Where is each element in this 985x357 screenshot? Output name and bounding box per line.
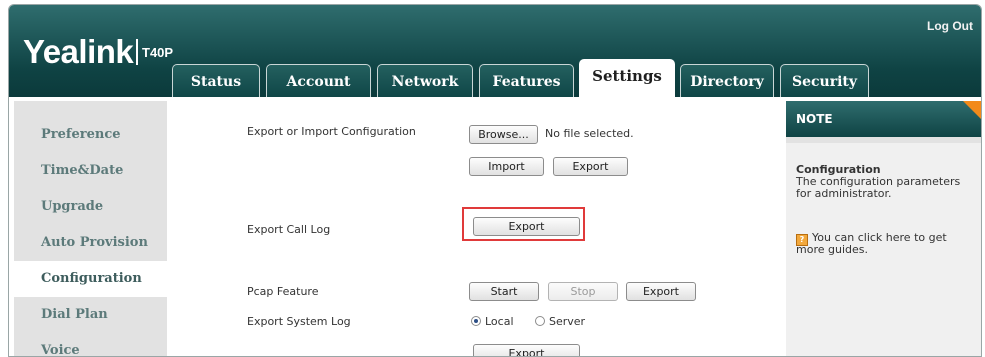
- note-corner-accent: [963, 101, 981, 119]
- note-body: Configuration The configuration paramete…: [786, 143, 981, 356]
- local-radio[interactable]: [471, 316, 481, 326]
- model-label: T40P: [142, 45, 174, 60]
- sidebar-item-auto-provision[interactable]: Auto Provision: [14, 225, 167, 261]
- export-system-log-label: Export System Log: [247, 315, 351, 328]
- sidebar-item-upgrade[interactable]: Upgrade: [14, 189, 167, 225]
- brand-logo: Yealink: [23, 33, 134, 70]
- pcap-export-button[interactable]: Export: [626, 282, 696, 301]
- note-header: NOTE: [786, 101, 981, 137]
- sidebar-item-preference[interactable]: Preference: [14, 117, 167, 153]
- configuration-panel: Export or Import Configuration Browse...…: [167, 101, 779, 356]
- sidebar-item-configuration[interactable]: Configuration: [14, 261, 167, 297]
- file-status-text: No file selected.: [545, 127, 634, 140]
- export-system-log-button[interactable]: Export: [473, 344, 580, 356]
- sidebar-item-time-date[interactable]: Time&Date: [14, 153, 167, 189]
- export-import-config-label: Export or Import Configuration: [247, 125, 416, 138]
- local-radio-label: Local: [485, 315, 514, 328]
- pcap-feature-label: Pcap Feature: [247, 285, 319, 298]
- browse-button[interactable]: Browse...: [469, 125, 538, 144]
- note-help-line-2: more guides.: [796, 243, 868, 256]
- header-bar: Yealink T40P Log Out Status Account Netw…: [9, 5, 981, 97]
- export-call-log-label: Export Call Log: [247, 223, 331, 236]
- tab-features[interactable]: Features: [479, 64, 574, 97]
- sidebar-item-voice[interactable]: Voice: [14, 333, 167, 356]
- import-button[interactable]: Import: [469, 157, 544, 176]
- tab-directory[interactable]: Directory: [680, 64, 774, 97]
- tab-security[interactable]: Security: [780, 64, 869, 97]
- export-call-log-button[interactable]: Export: [473, 217, 580, 236]
- tab-account[interactable]: Account: [266, 64, 371, 97]
- sidebar: Preference Time&Date Upgrade Auto Provis…: [14, 101, 167, 356]
- server-radio[interactable]: [535, 316, 545, 326]
- tab-settings[interactable]: Settings: [579, 59, 675, 97]
- note-panel: NOTE Configuration The configuration par…: [786, 101, 981, 356]
- web-ui-frame: Yealink T40P Log Out Status Account Netw…: [8, 4, 982, 357]
- pcap-stop-button[interactable]: Stop: [548, 282, 618, 301]
- logo-separator: [136, 39, 138, 65]
- note-title: NOTE: [796, 112, 833, 126]
- export-config-button[interactable]: Export: [553, 157, 628, 176]
- tab-network[interactable]: Network: [377, 64, 473, 97]
- pcap-start-button[interactable]: Start: [469, 282, 539, 301]
- sidebar-item-dial-plan[interactable]: Dial Plan: [14, 297, 167, 333]
- server-radio-label: Server: [549, 315, 586, 328]
- tab-status[interactable]: Status: [172, 64, 260, 97]
- note-line-2: for administrator.: [796, 187, 892, 200]
- logout-link[interactable]: Log Out: [927, 19, 973, 33]
